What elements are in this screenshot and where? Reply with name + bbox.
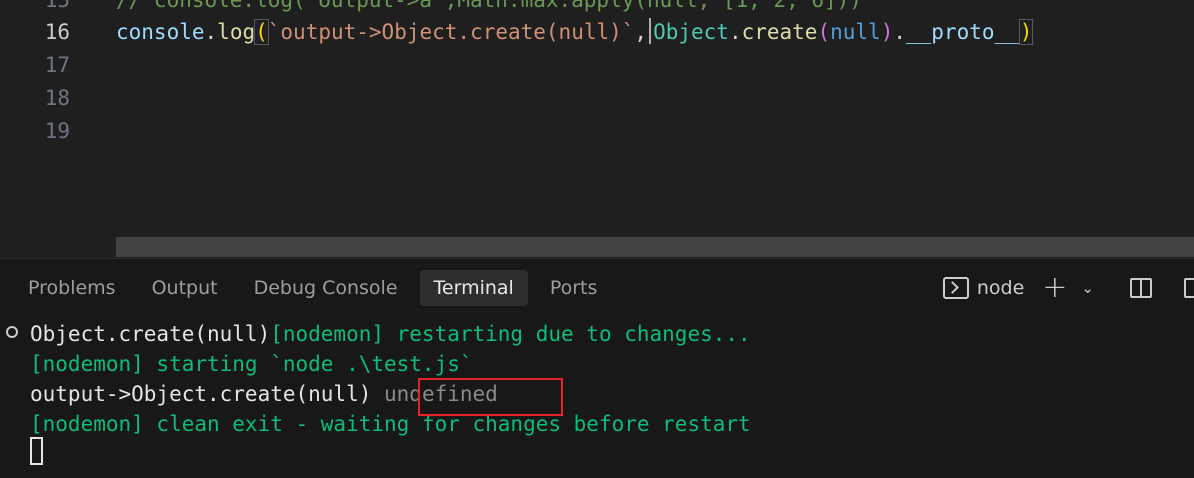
kill-terminal-button[interactable] [1162, 278, 1194, 298]
token-template-string: `output->Object.create(null)` [267, 20, 635, 44]
terminal-cursor [30, 437, 43, 465]
terminal-dropdown-button[interactable]: ⌄ [1077, 279, 1094, 297]
token-paren-close: ) [1018, 19, 1034, 45]
terminal-name: node [976, 277, 1025, 299]
code-line-16[interactable]: console.log(`output->Object.create(null)… [116, 16, 1034, 49]
split-icon [1130, 278, 1152, 298]
plus-icon: + [1042, 270, 1068, 305]
tab-problems[interactable]: Problems [14, 270, 130, 306]
line-number-16: 16 [44, 20, 70, 44]
bottom-panel: Problems Output Debug Console Terminal P… [0, 259, 1194, 478]
code-editor[interactable]: 15 16 17 18 19 // console.log(`output->a… [0, 0, 1194, 258]
line-number-19: 19 [44, 119, 70, 143]
terminal-line-1: Object.create(null)[nodemon] restarting … [30, 319, 751, 349]
terminal-text: Object.create(null) [30, 322, 271, 346]
terminal-nodemon-text: [nodemon] restarting due to changes... [270, 322, 751, 346]
terminal-selector[interactable]: node [942, 277, 1025, 299]
panel-actions: node + ⌄ [933, 271, 1194, 305]
command-decoration-icon[interactable] [6, 326, 18, 338]
line-number-18: 18 [44, 86, 70, 110]
tab-output[interactable]: Output [138, 270, 232, 306]
token-proto: __proto__ [906, 20, 1020, 44]
annotation-highlight-box [418, 378, 563, 416]
token-console: console [116, 20, 205, 44]
token-dot: . [204, 20, 218, 44]
token-null: null [830, 20, 881, 44]
trash-icon [1184, 278, 1194, 298]
token-dot: . [728, 20, 742, 44]
new-terminal-button[interactable]: + [1042, 273, 1067, 303]
token-paren-open-inner: ( [817, 20, 831, 44]
token-comma: , [634, 20, 648, 44]
split-terminal-button[interactable] [1104, 278, 1152, 298]
terminal-text: output->Object.create(null) [30, 382, 385, 406]
code-line-15[interactable]: // console.log(`output->a`,Math.max.appl… [116, 0, 862, 17]
line-number-15: 15 [44, 0, 70, 12]
text-caret [649, 18, 652, 44]
chevron-down-icon: ⌄ [1081, 279, 1094, 297]
horizontal-scrollbar[interactable] [116, 237, 1194, 257]
token-dot: . [893, 20, 906, 44]
token-object: Object [653, 20, 729, 44]
panel-tabs: Problems Output Debug Console Terminal P… [14, 269, 619, 307]
tab-terminal[interactable]: Terminal [419, 270, 528, 306]
tab-ports[interactable]: Ports [536, 270, 612, 306]
terminal-line-4: [nodemon] clean exit - waiting for chang… [30, 412, 751, 436]
token-paren-close-inner: ) [880, 20, 894, 44]
token-create: create [741, 20, 818, 44]
token-paren-open: ( [254, 19, 269, 45]
tab-debug-console[interactable]: Debug Console [240, 270, 412, 306]
terminal-line-2: [nodemon] starting `node .\test.js` [30, 352, 473, 376]
token-log: log [217, 20, 256, 44]
line-number-17: 17 [44, 53, 70, 77]
terminal-icon [942, 277, 969, 299]
